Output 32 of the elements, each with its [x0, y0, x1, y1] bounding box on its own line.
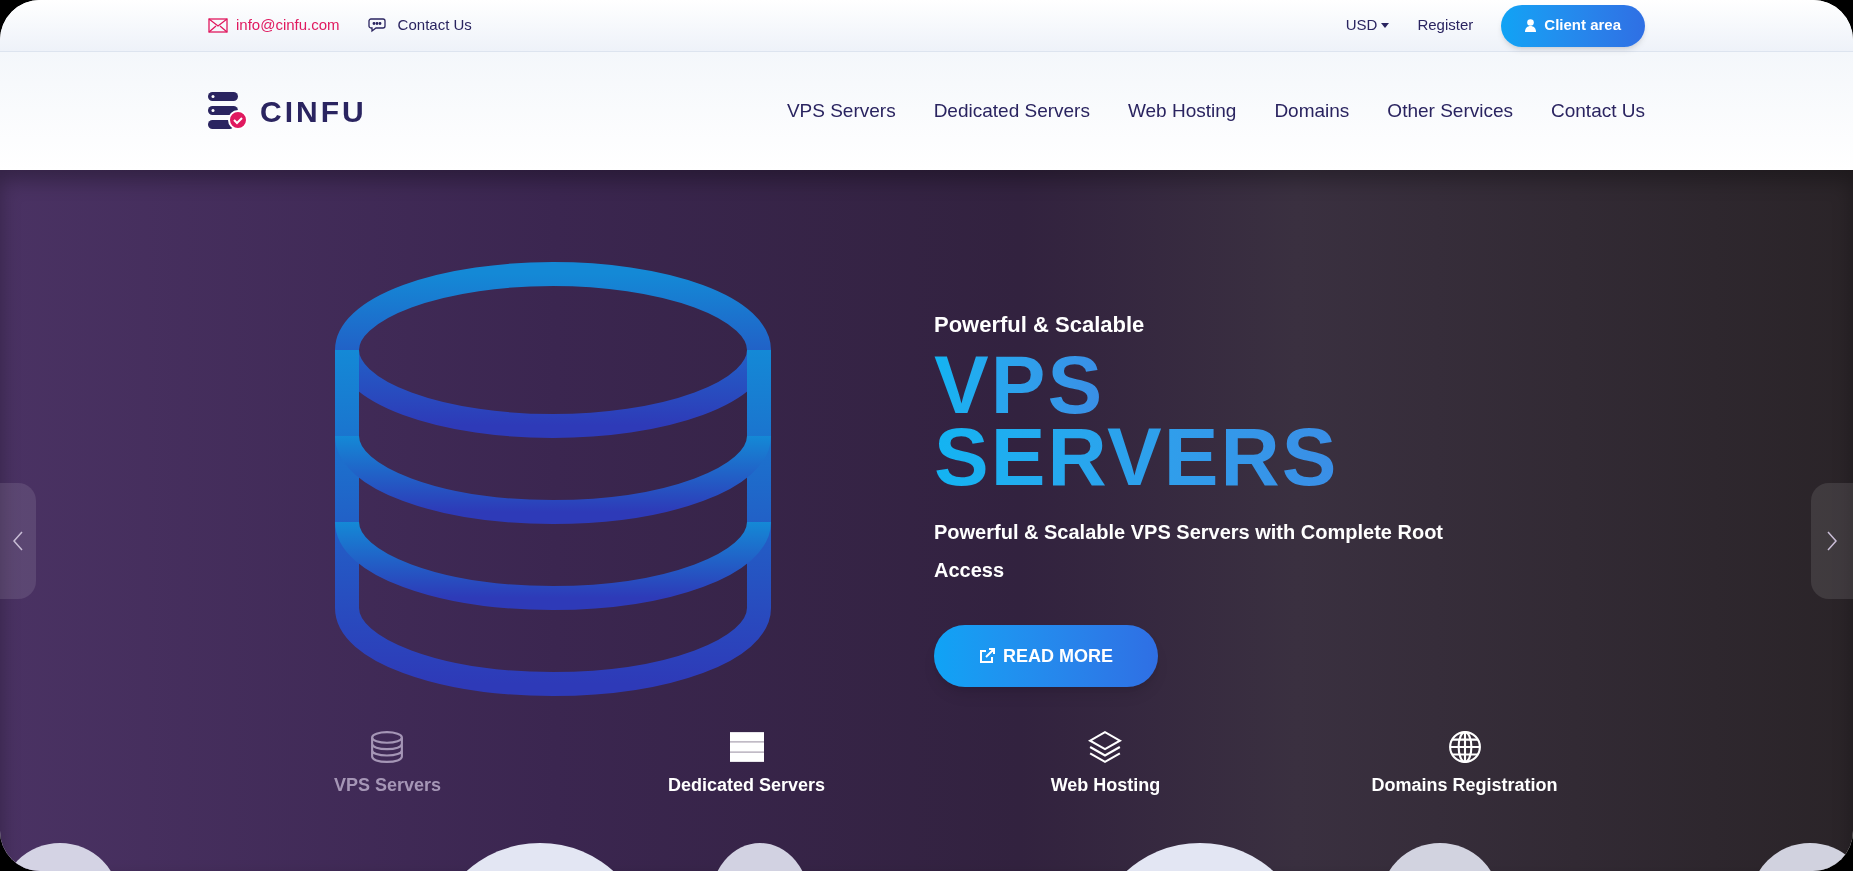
user-icon	[1525, 19, 1537, 32]
email-link[interactable]: info@cinfu.com	[236, 14, 340, 37]
client-area-button[interactable]: Client area	[1501, 4, 1645, 47]
nav-link[interactable]: Dedicated Servers	[933, 96, 1090, 126]
service-tab[interactable]: Web Hosting	[1050, 730, 1161, 799]
service-tab[interactable]: VPS Servers	[333, 730, 442, 799]
nav-link[interactable]: VPS Servers	[786, 96, 896, 126]
envelope-icon	[208, 18, 228, 33]
hero-description: Powerful & Scalable VPS Servers with Complete Root Access	[934, 520, 1445, 583]
nav-link[interactable]: Web Hosting	[1127, 96, 1237, 126]
caret-icon	[1381, 23, 1390, 28]
next-slide-button[interactable]	[1811, 483, 1853, 599]
service-tab[interactable]: Dedicated Servers	[667, 730, 826, 799]
external-link-icon	[979, 648, 995, 664]
chevron-left-icon	[13, 531, 23, 551]
hero-subtitle: Powerful & Scalable	[934, 311, 1146, 339]
contact-link[interactable]: Contact Us	[397, 14, 472, 37]
globe-icon	[1446, 730, 1483, 764]
logo-text: CINFU	[260, 93, 367, 130]
currency-dropdown[interactable]: USD	[1345, 14, 1390, 37]
read-more-button[interactable]: READ MORE	[934, 625, 1158, 687]
chevron-right-icon	[1827, 531, 1837, 551]
nav-link[interactable]: Domains	[1274, 96, 1350, 126]
server-icon	[728, 730, 765, 764]
register-link[interactable]: Register	[1417, 14, 1474, 37]
nav-link[interactable]: Contact Us	[1551, 96, 1645, 126]
previous-slide-button[interactable]	[0, 483, 36, 599]
database-icon	[369, 730, 406, 764]
logo-icon	[208, 92, 248, 130]
service-tab[interactable]: Domains Registration	[1371, 730, 1558, 799]
nav-link[interactable]: Other Services	[1387, 96, 1513, 126]
layers-icon	[1087, 730, 1124, 764]
